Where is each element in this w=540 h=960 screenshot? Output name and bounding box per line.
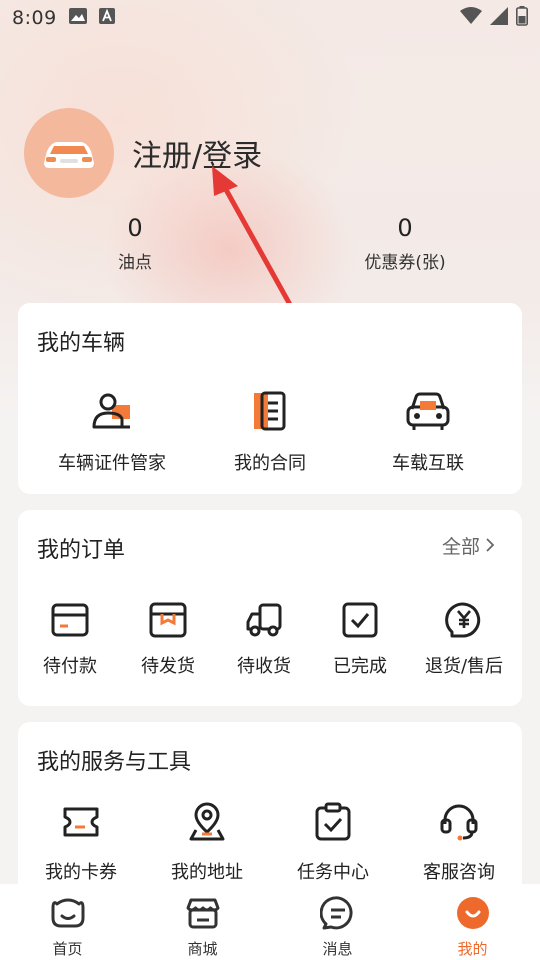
to-ship-item[interactable]: 待发货 [120, 598, 216, 678]
tab-label: 商城 [187, 940, 218, 958]
contract-icon [248, 387, 292, 435]
item-label: 车载互联 [392, 453, 464, 474]
to-receive-item[interactable]: 待收货 [216, 598, 312, 678]
my-contract-item[interactable]: 我的合同 [206, 387, 334, 475]
car-connect-item[interactable]: 车载互联 [334, 387, 522, 475]
item-label: 任务中心 [297, 862, 369, 883]
stat-label: 优惠券(张) [364, 253, 446, 273]
check-icon [341, 598, 379, 642]
message-icon [319, 896, 356, 934]
tab-home[interactable]: 首页 [0, 884, 135, 960]
task-icon [314, 798, 352, 846]
signal-icon [490, 7, 508, 29]
my-address-item[interactable]: 我的地址 [144, 798, 270, 884]
truck-icon [244, 598, 284, 642]
item-label: 客服咨询 [423, 862, 495, 883]
stat-value: 0 [397, 214, 413, 242]
item-label: 我的卡券 [45, 862, 117, 883]
home-icon [49, 896, 87, 934]
ticket-icon [61, 798, 101, 846]
pending-payment-item[interactable]: 待付款 [20, 598, 120, 678]
chevron-right-icon [486, 535, 495, 557]
store-icon [185, 896, 221, 934]
item-label: 已完成 [333, 656, 387, 677]
headset-icon [439, 798, 479, 846]
status-time: 8:09 [12, 7, 57, 29]
my-vehicles-card: 我的车辆 车辆证件管家 我的合同 车载互联 [18, 303, 522, 494]
card-title: 我的服务与工具 [37, 750, 192, 775]
vehicle-documents-item[interactable]: 车辆证件管家 [18, 387, 206, 475]
image-notification-icon [68, 8, 87, 28]
wallet-icon [50, 598, 90, 642]
completed-item[interactable]: 已完成 [312, 598, 408, 678]
refund-after-sale-item[interactable]: 退货/售后 [408, 598, 520, 678]
card-title: 我的订单 [37, 538, 126, 563]
refund-icon [444, 598, 484, 642]
stat-coupons[interactable]: 0 优惠券(张) [335, 214, 475, 273]
tab-store[interactable]: 商城 [135, 884, 270, 960]
view-all-label: 全部 [441, 536, 480, 558]
stat-oil-points[interactable]: 0 油点 [65, 214, 205, 273]
stat-value: 0 [127, 214, 143, 242]
car-connect-icon [404, 387, 452, 435]
profile-header: 注册/登录 [24, 108, 262, 198]
profile-icon [456, 896, 490, 934]
item-label: 待收货 [237, 656, 291, 677]
tab-label: 消息 [322, 940, 353, 958]
tab-label: 我的 [457, 940, 488, 958]
customer-service-item[interactable]: 客服咨询 [396, 798, 522, 884]
my-coupons-item[interactable]: 我的卡券 [18, 798, 144, 884]
view-all-orders-link[interactable]: 全部 [441, 532, 495, 559]
location-icon [188, 798, 226, 846]
box-icon [148, 598, 188, 642]
battery-icon [516, 6, 528, 30]
tab-messages[interactable]: 消息 [270, 884, 405, 960]
item-label: 待付款 [43, 656, 97, 677]
tab-profile[interactable]: 我的 [405, 884, 540, 960]
id-card-icon [90, 387, 134, 435]
card-title: 我的车辆 [37, 331, 126, 356]
login-register-link[interactable]: 注册/登录 [132, 131, 262, 175]
item-label: 退货/售后 [424, 656, 504, 677]
car-avatar-icon [44, 142, 94, 168]
item-label: 我的合同 [234, 453, 306, 474]
task-center-item[interactable]: 任务中心 [270, 798, 396, 884]
bottom-tab-bar: 首页 商城 消息 我的 [0, 884, 540, 960]
wifi-icon [460, 7, 482, 29]
avatar[interactable] [24, 108, 114, 198]
my-orders-card: 我的订单 全部 待付款 待发货 待收货 已完成 退货/售后 [18, 510, 522, 706]
stat-label: 油点 [118, 253, 152, 273]
item-label: 我的地址 [171, 862, 243, 883]
status-bar: 8:09 [0, 0, 540, 36]
tab-label: 首页 [52, 940, 83, 958]
item-label: 车辆证件管家 [58, 453, 166, 474]
a-notification-icon [98, 8, 115, 28]
item-label: 待发货 [141, 656, 195, 677]
